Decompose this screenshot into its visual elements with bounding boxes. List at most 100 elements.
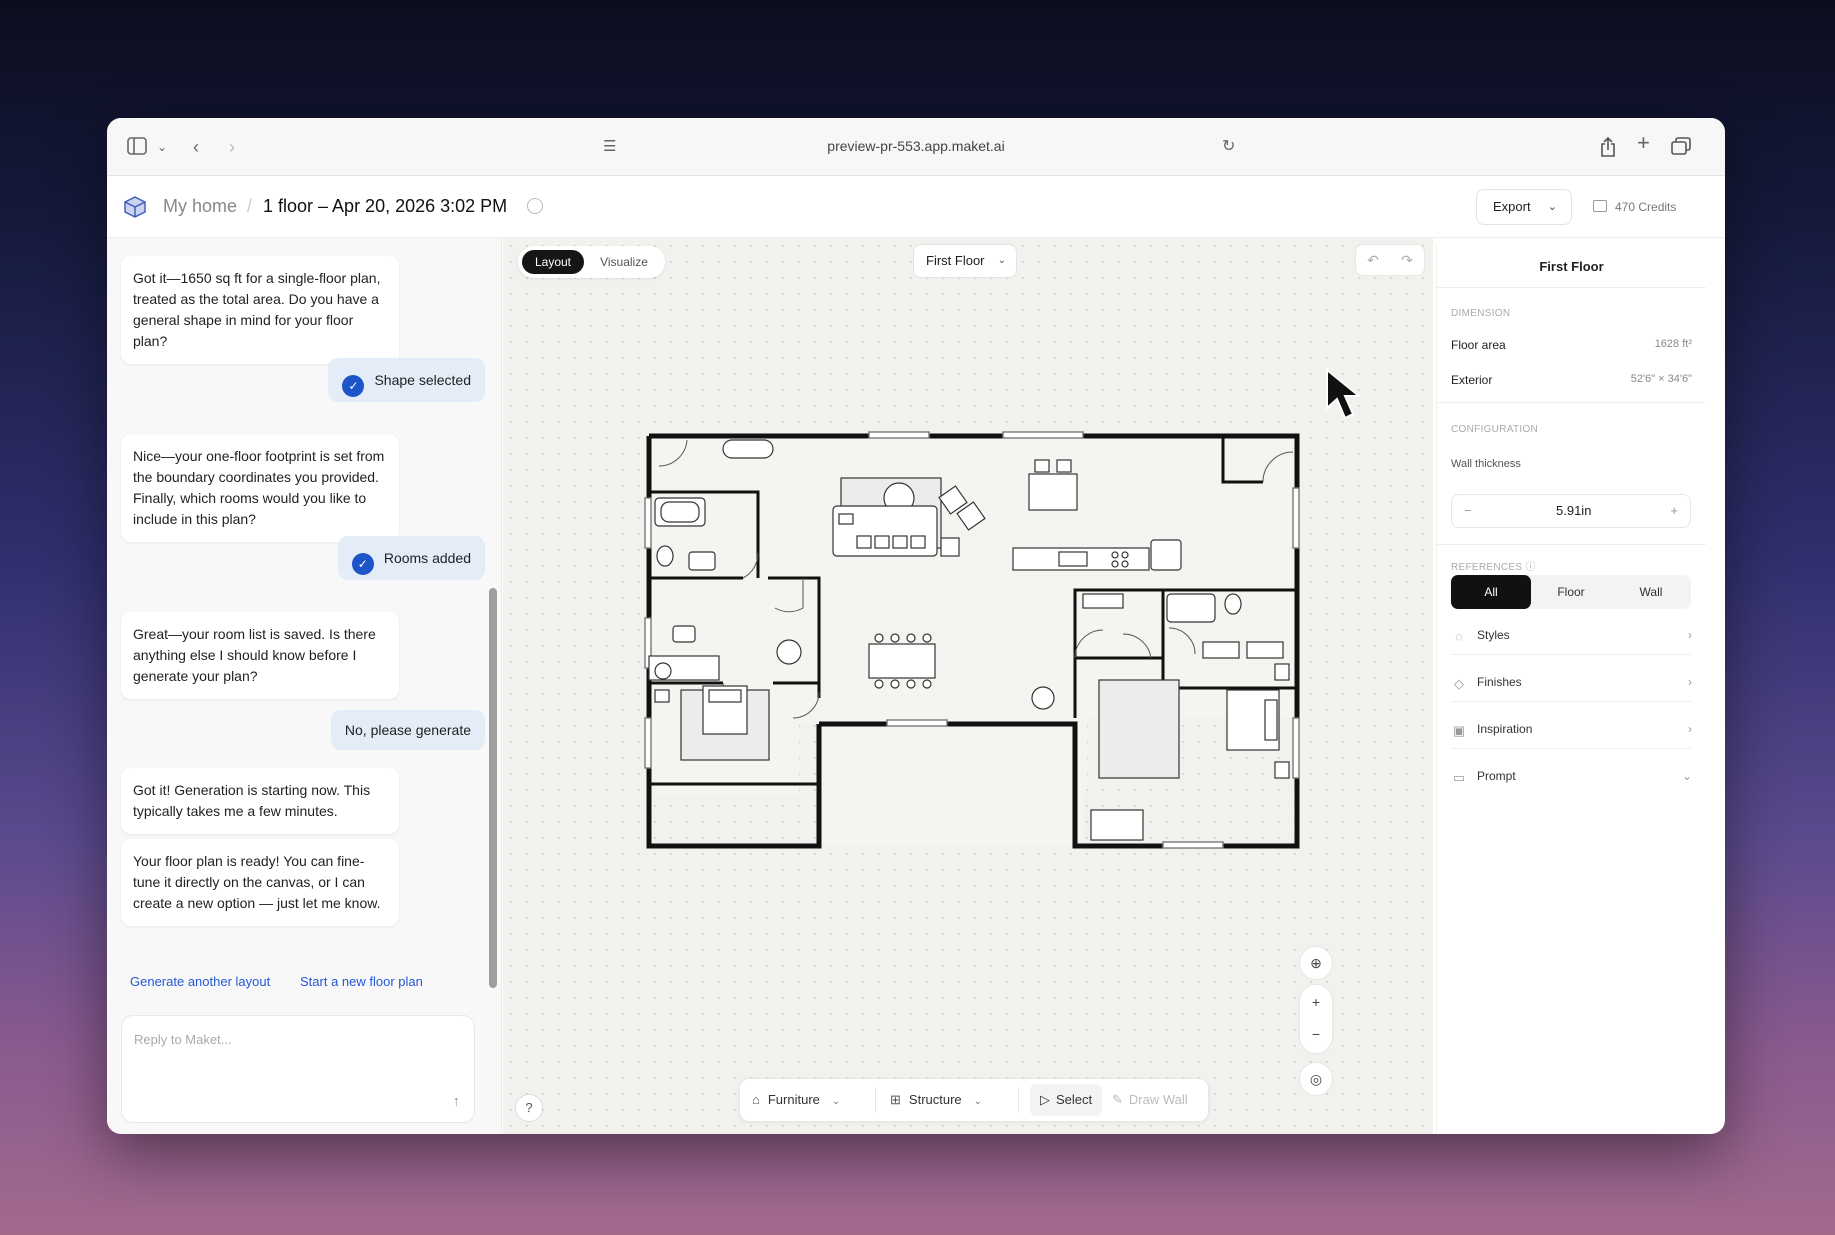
user-message-text: Rooms added bbox=[383, 550, 471, 566]
user-message: ✓ Rooms added bbox=[337, 536, 485, 580]
styles-label: Styles bbox=[1477, 628, 1510, 642]
view-toggle: Layout Visualize bbox=[518, 246, 665, 278]
furniture-menu[interactable]: ⌂ Furniture ⌄ bbox=[752, 1079, 840, 1121]
tabs-overview-icon[interactable] bbox=[1671, 137, 1691, 159]
wall-thickness-value: 5.91in bbox=[1556, 503, 1592, 518]
reply-box[interactable]: ↑ bbox=[121, 1015, 475, 1123]
start-new-floor-plan-link[interactable]: Start a new floor plan bbox=[300, 974, 423, 989]
floor-select-value: First Floor bbox=[926, 253, 985, 268]
wall-thickness-label: Wall thickness bbox=[1451, 458, 1521, 470]
user-message: No, please generate bbox=[330, 710, 485, 750]
assistant-message: Nice—your one-floor footprint is set fro… bbox=[121, 434, 399, 542]
ref-tab-wall[interactable]: Wall bbox=[1611, 575, 1691, 609]
toolbar-divider bbox=[875, 1087, 876, 1113]
inspiration-label: Inspiration bbox=[1477, 722, 1533, 736]
terminal-icon: ▭ bbox=[1452, 770, 1466, 785]
zoom-in-button[interactable]: + bbox=[1300, 985, 1332, 1019]
url-bar[interactable]: preview-pr-553.app.maket.ai bbox=[107, 138, 1725, 154]
credits-label: 470 Credits bbox=[1615, 200, 1677, 214]
chat-panel: Got it—1650 sq ft for a single-floor pla… bbox=[107, 238, 502, 1134]
references-label: REFERENCES bbox=[1451, 562, 1523, 573]
canvas-toolbar: ⌂ Furniture ⌄ ⊞ Structure ⌄ ▷ Select ✎ Draw Wa… bbox=[739, 1078, 1209, 1122]
help-button[interactable]: ? bbox=[515, 1094, 543, 1122]
chevron-down-icon: ⌄ bbox=[831, 1096, 841, 1107]
zoom-out-button[interactable]: − bbox=[1300, 1019, 1332, 1053]
mouse-cursor-icon bbox=[1326, 368, 1362, 420]
send-arrow-icon[interactable]: ↑ bbox=[453, 1093, 461, 1110]
exterior-label: Exterior bbox=[1451, 373, 1493, 387]
chevron-down-icon: ⌄ bbox=[1681, 769, 1692, 783]
finishes-link[interactable]: ◇ Finishes › bbox=[1451, 662, 1692, 702]
floor-area-row: Floor area 1628 ft² bbox=[1451, 338, 1692, 352]
tab-visualize[interactable]: Visualize bbox=[588, 250, 660, 274]
finishes-label: Finishes bbox=[1477, 675, 1522, 689]
dimension-heading: DIMENSION bbox=[1451, 308, 1511, 319]
browser-window: ⌄ ‹ › ☰ preview-pr-553.app.maket.ai ↻ + … bbox=[107, 118, 1725, 1134]
assistant-message: Got it—1650 sq ft for a single-floor pla… bbox=[121, 256, 399, 364]
reload-icon[interactable]: ↻ bbox=[1222, 137, 1235, 157]
exterior-value: 52'6" × 34'6" bbox=[1630, 373, 1692, 385]
select-label: Select bbox=[1056, 1092, 1093, 1107]
breadcrumb-home[interactable]: My home bbox=[163, 196, 237, 217]
floor-area-value: 1628 ft² bbox=[1654, 338, 1692, 350]
undo-icon[interactable]: ↶ bbox=[1367, 252, 1379, 269]
image-icon: ▣ bbox=[1452, 723, 1466, 738]
increment-button[interactable]: + bbox=[1670, 503, 1678, 518]
reference-tabs: All Floor Wall bbox=[1451, 575, 1691, 609]
undo-redo-group: ↶ ↷ bbox=[1355, 244, 1425, 276]
generate-another-layout-link[interactable]: Generate another layout bbox=[130, 974, 270, 989]
reply-input[interactable] bbox=[134, 1032, 434, 1047]
floor-plan[interactable] bbox=[643, 428, 1303, 858]
user-message-text: Shape selected bbox=[374, 372, 471, 388]
export-label: Export bbox=[1493, 199, 1531, 214]
floor-select[interactable]: First Floor ⌄ bbox=[913, 244, 1017, 278]
divider bbox=[1437, 402, 1706, 403]
recenter-icon[interactable]: ◎ bbox=[1299, 1062, 1333, 1096]
prompt-link[interactable]: ▭ Prompt ⌄ bbox=[1451, 756, 1692, 796]
structure-label: Structure bbox=[908, 1092, 962, 1107]
info-icon[interactable]: ⓘ bbox=[1525, 562, 1535, 573]
wall-thickness-stepper[interactable]: − 5.91in + bbox=[1451, 494, 1691, 528]
plan-canvas[interactable]: Layout Visualize First Floor ⌄ ↶ ↷ ⊕ + −… bbox=[503, 238, 1433, 1134]
check-icon: ✓ bbox=[351, 553, 374, 575]
saved-status-icon bbox=[527, 198, 543, 214]
select-tool[interactable]: ▷ Select bbox=[1030, 1084, 1103, 1116]
credits-indicator[interactable]: 470 Credits bbox=[1593, 200, 1676, 214]
chevron-right-icon: › bbox=[1688, 675, 1692, 689]
furniture-label: Furniture bbox=[767, 1092, 820, 1107]
share-icon[interactable] bbox=[1600, 136, 1616, 161]
export-button[interactable]: Export ⌄ bbox=[1476, 189, 1572, 225]
ref-tab-all[interactable]: All bbox=[1451, 575, 1531, 609]
new-tab-icon[interactable]: + bbox=[1637, 132, 1650, 154]
structure-menu[interactable]: ⊞ Structure ⌄ bbox=[890, 1079, 982, 1121]
assistant-message: Got it! Generation is starting now. This… bbox=[121, 768, 399, 834]
tab-layout[interactable]: Layout bbox=[522, 250, 584, 274]
grid-icon: ⊞ bbox=[890, 1092, 901, 1107]
paint-bucket-icon: ◇ bbox=[1454, 676, 1464, 691]
chevron-down-icon: ⌄ bbox=[997, 255, 1006, 266]
inspiration-link[interactable]: ▣ Inspiration › bbox=[1451, 709, 1692, 749]
maket-logo[interactable] bbox=[123, 196, 147, 218]
compass-icon[interactable]: ⊕ bbox=[1299, 946, 1333, 980]
page-title[interactable]: 1 floor – Apr 20, 2026 3:02 PM bbox=[263, 196, 507, 217]
browser-toolbar: ⌄ ‹ › ☰ preview-pr-553.app.maket.ai ↻ + bbox=[107, 118, 1725, 176]
credits-icon bbox=[1593, 200, 1607, 212]
decrement-button[interactable]: − bbox=[1464, 503, 1472, 518]
toolbar-divider bbox=[1018, 1087, 1019, 1113]
chevron-down-icon: ⌄ bbox=[1547, 201, 1557, 213]
styles-link[interactable]: ◌ Styles › bbox=[1451, 615, 1692, 655]
chevron-right-icon: › bbox=[1688, 722, 1692, 736]
assistant-message: Your floor plan is ready! You can fine-t… bbox=[121, 839, 399, 926]
zoom-controls: + − bbox=[1299, 984, 1333, 1054]
draw-wall-tool[interactable]: ✎ Draw Wall bbox=[1112, 1079, 1188, 1121]
sofa-icon: ⌂ bbox=[752, 1092, 760, 1107]
palette-icon: ◌ bbox=[1455, 629, 1463, 644]
redo-icon[interactable]: ↷ bbox=[1401, 252, 1413, 269]
floor-area-label: Floor area bbox=[1451, 338, 1506, 352]
configuration-heading: CONFIGURATION bbox=[1451, 424, 1539, 435]
assistant-message: Great—your room list is saved. Is there … bbox=[121, 612, 399, 699]
chevron-right-icon: › bbox=[1688, 628, 1692, 642]
ref-tab-floor[interactable]: Floor bbox=[1531, 575, 1611, 609]
chat-scrollbar[interactable] bbox=[489, 588, 497, 988]
pencil-icon: ✎ bbox=[1112, 1092, 1123, 1107]
